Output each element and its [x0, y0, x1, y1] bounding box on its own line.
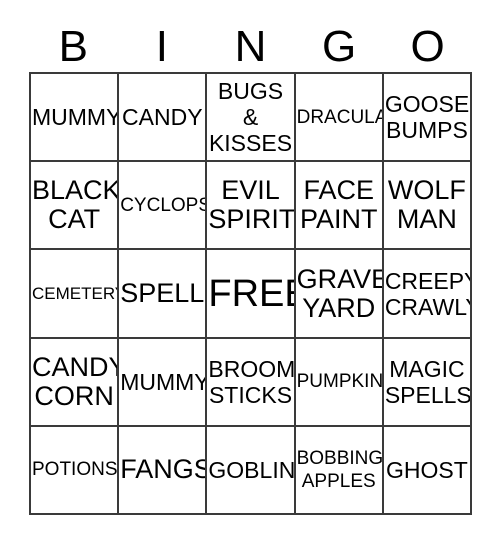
bingo-cell[interactable]: EVIL SPIRIT: [207, 162, 296, 251]
bingo-cell[interactable]: BLACK CAT: [31, 162, 120, 251]
bingo-cell-label: POTIONS: [32, 459, 118, 481]
bingo-cell[interactable]: CANDY CORN: [31, 338, 120, 427]
bingo-header-letter-o: O: [410, 22, 445, 71]
bingo-cell[interactable]: CEMETERY: [31, 250, 120, 339]
bingo-cell[interactable]: MAGIC SPELLS: [383, 338, 473, 427]
bingo-cell-label: CANDY: [122, 104, 203, 131]
bingo-cell-label: GOOSE BUMPS: [384, 91, 470, 144]
bingo-cell[interactable]: CYCLOPS: [119, 162, 208, 251]
bingo-cell[interactable]: GRAVE YARD: [295, 250, 384, 339]
bingo-cell[interactable]: MUMMY: [31, 74, 120, 163]
bingo-cell[interactable]: BROOM STICKS: [207, 338, 296, 427]
bingo-row: POTIONS FANGS GOBLIN BOBBING APPLES GHOS…: [31, 426, 473, 516]
bingo-header-letter-g: G: [321, 22, 357, 71]
bingo-cell-label: PUMPKIN: [296, 371, 384, 393]
bingo-cell-label: CYCLOPS: [120, 194, 208, 216]
bingo-cell-label: GHOST: [386, 456, 468, 483]
bingo-cell-label: CREEPY CRAWLY: [384, 267, 473, 320]
bingo-cell-label: MUMMY: [120, 368, 208, 395]
bingo-row: BLACK CAT CYCLOPS EVIL SPIRIT FACE PAINT…: [31, 162, 473, 251]
bingo-cell-label: GOBLIN: [208, 456, 296, 483]
bingo-cell-label: EVIL SPIRIT: [208, 175, 296, 235]
bingo-cell[interactable]: BOBBING APPLES: [295, 426, 384, 516]
bingo-cell[interactable]: FANGS: [119, 426, 208, 516]
bingo-cell-label: DRACULA: [296, 106, 384, 128]
bingo-cell-label: SPELLS: [120, 278, 205, 308]
bingo-grid: MUMMY CANDY BUGS & KISSES DRACULA GOOSE …: [29, 72, 473, 516]
bingo-cell[interactable]: WOLF MAN: [383, 162, 473, 251]
bingo-cell[interactable]: GHOST: [383, 426, 473, 516]
bingo-cell-label: FANGS: [120, 454, 208, 485]
bingo-cell-label: BOBBING APPLES: [296, 447, 384, 492]
bingo-cell[interactable]: BUGS & KISSES: [207, 74, 296, 163]
bingo-row: MUMMY CANDY BUGS & KISSES DRACULA GOOSE …: [31, 74, 473, 163]
bingo-cell[interactable]: PUMPKIN: [295, 338, 384, 427]
bingo-cell[interactable]: SPELLS: [119, 250, 208, 339]
bingo-cell-free[interactable]: FREE: [207, 250, 296, 339]
bingo-cell-label: WOLF MAN: [387, 175, 466, 235]
bingo-card: B I N G O MUMMY CANDY BUGS & KISSES DRAC…: [0, 0, 500, 544]
bingo-cell-label: BUGS & KISSES: [208, 78, 293, 157]
bingo-cell-label: BROOM STICKS: [208, 355, 296, 408]
bingo-cell[interactable]: CREEPY CRAWLY: [383, 250, 473, 339]
bingo-cell-label: FACE PAINT: [299, 175, 378, 235]
bingo-cell[interactable]: GOOSE BUMPS: [383, 74, 473, 163]
bingo-header: B I N G O: [29, 14, 472, 70]
bingo-cell-label: BLACK CAT: [32, 175, 120, 235]
bingo-cell-label: CANDY CORN: [32, 351, 120, 411]
bingo-cell-label: MAGIC SPELLS: [384, 355, 472, 408]
bingo-row: CANDY CORN MUMMY BROOM STICKS PUMPKIN MA…: [31, 338, 473, 427]
bingo-cell-label: CEMETERY: [32, 284, 120, 303]
bingo-cell[interactable]: FACE PAINT: [295, 162, 384, 251]
bingo-cell-label: FREE: [208, 272, 293, 315]
bingo-row: CEMETERY SPELLS FREE GRAVE YARD CREEPY C…: [31, 250, 473, 339]
bingo-header-letter-i: I: [155, 22, 168, 71]
bingo-cell-label: MUMMY: [32, 104, 120, 131]
bingo-cell[interactable]: CANDY: [119, 74, 208, 163]
bingo-cell[interactable]: GOBLIN: [207, 426, 296, 516]
bingo-header-letter-n: N: [234, 22, 267, 71]
bingo-cell[interactable]: DRACULA: [295, 74, 384, 163]
bingo-header-letter-b: B: [58, 22, 88, 71]
bingo-cell-label: GRAVE YARD: [296, 263, 384, 323]
bingo-cell[interactable]: POTIONS: [31, 426, 120, 516]
bingo-cell[interactable]: MUMMY: [119, 338, 208, 427]
